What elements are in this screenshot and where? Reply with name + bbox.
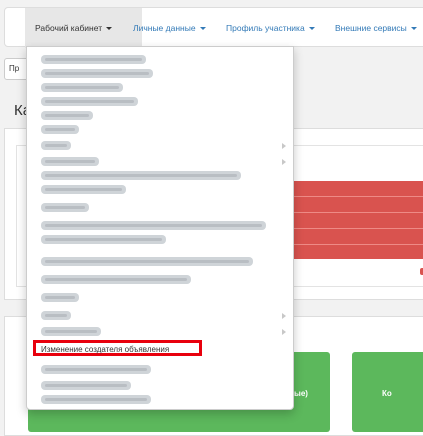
- menu-item-submenu[interactable]: [41, 327, 101, 336]
- menu-item[interactable]: [41, 125, 79, 134]
- chevron-down-icon: [106, 27, 113, 31]
- menu-item[interactable]: [41, 275, 191, 284]
- menu-item[interactable]: [41, 69, 153, 78]
- workspace-dropdown-menu: Изменение создателя объявления: [26, 46, 294, 410]
- menu-item-submenu[interactable]: [41, 311, 71, 320]
- nav-item-label: Профиль участника: [226, 23, 305, 33]
- chevron-right-icon: [282, 329, 286, 335]
- menu-item[interactable]: [41, 235, 166, 244]
- menu-item[interactable]: [41, 257, 253, 266]
- menu-item-submenu[interactable]: [41, 141, 71, 150]
- alert-divider: [292, 212, 423, 213]
- nav-item-workspace[interactable]: Рабочий кабинет: [25, 8, 142, 48]
- menu-item[interactable]: [41, 157, 99, 166]
- nav-item-label: Личные данные: [133, 23, 196, 33]
- chevron-right-icon: [282, 143, 286, 149]
- nav-item-participant-profile[interactable]: Профиль участника: [226, 8, 315, 48]
- nav-item-external-services[interactable]: Внешние сервисы: [335, 8, 417, 48]
- menu-item[interactable]: [41, 83, 123, 92]
- alert-block: [292, 181, 423, 259]
- alert-divider: [292, 196, 423, 197]
- menu-item-label: Изменение создателя объявления: [41, 345, 170, 354]
- nav-item-label: Внешние сервисы: [335, 23, 407, 33]
- menu-item[interactable]: [41, 365, 151, 374]
- alert-divider: [292, 244, 423, 245]
- top-navbar: Рабочий кабинет Личные данные Профиль уч…: [4, 7, 423, 48]
- menu-item[interactable]: [41, 55, 146, 64]
- menu-item-change-ad-creator[interactable]: Изменение создателя объявления: [33, 340, 202, 356]
- chevron-down-icon: [308, 27, 315, 31]
- menu-item[interactable]: [41, 395, 151, 404]
- service-tile[interactable]: Ко: [352, 352, 423, 432]
- chevron-down-icon: [199, 27, 206, 31]
- menu-item[interactable]: [41, 111, 93, 120]
- nav-item-label: Рабочий кабинет: [35, 23, 103, 33]
- chevron-down-icon: [410, 27, 417, 31]
- chevron-right-icon: [282, 159, 286, 165]
- menu-item[interactable]: [41, 185, 126, 194]
- nav-item-personal-data[interactable]: Личные данные: [133, 8, 206, 48]
- menu-item[interactable]: [41, 171, 241, 180]
- menu-item[interactable]: [41, 97, 138, 106]
- menu-item[interactable]: [41, 221, 266, 230]
- menu-item[interactable]: [41, 381, 131, 390]
- chevron-right-icon: [282, 313, 286, 319]
- alert-divider: [292, 228, 423, 229]
- menu-item[interactable]: [41, 293, 79, 302]
- menu-item[interactable]: [41, 203, 89, 212]
